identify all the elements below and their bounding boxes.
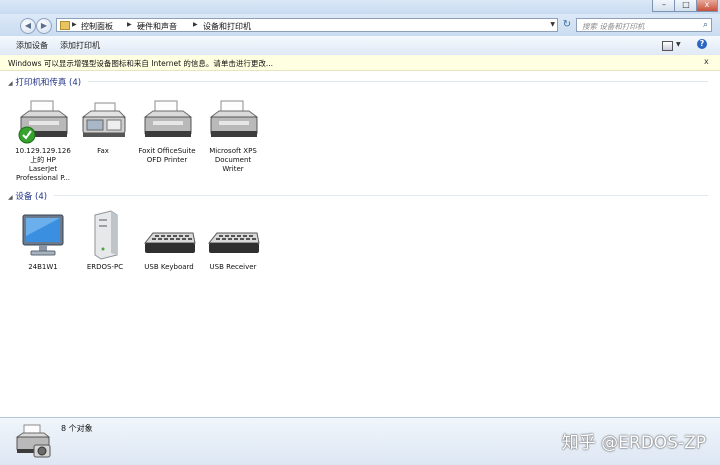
printer-icon bbox=[143, 100, 193, 137]
printer-fax[interactable]: Fax bbox=[70, 97, 136, 156]
group-divider bbox=[54, 195, 708, 196]
printer-camera-icon bbox=[15, 424, 51, 458]
forward-button[interactable]: ▶ bbox=[36, 18, 52, 34]
printer-hp-laserjet[interactable]: 10.129.129.126 上的 HP LaserJet Profession… bbox=[10, 97, 76, 183]
breadcrumb-separator-icon: ▶ bbox=[193, 21, 198, 28]
devices-group-header[interactable]: ◢ 设备 (4) bbox=[8, 190, 47, 202]
breadcrumb-devices-printers[interactable]: 设备和打印机 bbox=[203, 21, 251, 32]
printer-label: Fax bbox=[97, 147, 109, 155]
device-label: USB Keyboard bbox=[144, 263, 194, 271]
keyboard-icon bbox=[143, 232, 196, 253]
printer-icon bbox=[209, 100, 259, 137]
printer-default-icon bbox=[18, 100, 69, 144]
printer-label: Microsoft XPS Document Writer bbox=[209, 147, 257, 173]
view-options-icon[interactable] bbox=[662, 41, 673, 51]
watermark: 知乎 @ERDOS-ZP bbox=[561, 433, 706, 453]
breadcrumb-separator-icon: ▶ bbox=[127, 21, 132, 28]
search-icon[interactable]: ⌕ bbox=[703, 20, 708, 30]
devices-group-title: 设备 (4) bbox=[15, 192, 48, 202]
device-label: ERDOS-PC bbox=[86, 263, 124, 271]
device-label: 24B1W1 bbox=[28, 263, 58, 271]
view-dropdown-icon[interactable]: ▼ bbox=[676, 41, 681, 48]
printer-foxit-ofd[interactable]: Foxit OfficeSuite OFD Printer bbox=[134, 97, 200, 165]
refresh-button[interactable]: ↻ bbox=[561, 18, 573, 32]
folder-icon bbox=[60, 21, 70, 30]
computer-tower-icon bbox=[94, 210, 118, 260]
group-divider bbox=[88, 81, 708, 82]
minimize-button[interactable]: – bbox=[652, 0, 676, 12]
breadcrumb-separator-icon: ▶ bbox=[72, 21, 77, 28]
device-usb-receiver[interactable]: USB Receiver bbox=[200, 221, 266, 272]
address-bar[interactable]: ▶ 控制面板 ▶ 硬件和声音 ▶ 设备和打印机 ▼ bbox=[56, 18, 558, 32]
search-placeholder: 搜索 设备和打印机 bbox=[582, 22, 645, 31]
navigation-bar: ◀ ▶ ▶ 控制面板 ▶ 硬件和声音 ▶ 设备和打印机 ▼ ↻ 搜索 设备和打印… bbox=[0, 14, 720, 36]
collapse-arrow-icon[interactable]: ◢ bbox=[8, 194, 13, 201]
device-usb-keyboard[interactable]: USB Keyboard bbox=[136, 221, 202, 272]
printers-group-header[interactable]: ◢ 打印机和传真 (4) bbox=[8, 76, 81, 88]
back-button[interactable]: ◀ bbox=[20, 18, 36, 34]
info-bar-message[interactable]: Windows 可以显示增强型设备图标和来自 Internet 的信息。请单击进… bbox=[8, 58, 273, 69]
content-area: ◢ 打印机和传真 (4) 10.129.129.126 上的 HP LaserJ… bbox=[0, 71, 720, 417]
info-bar-close-icon[interactable]: x bbox=[704, 57, 709, 66]
collapse-arrow-icon[interactable]: ◢ bbox=[8, 80, 13, 87]
object-count: 8 个对象 bbox=[61, 424, 93, 433]
breadcrumb-control-panel[interactable]: 控制面板 bbox=[81, 21, 113, 32]
monitor-icon bbox=[22, 214, 64, 256]
printer-label: 10.129.129.126 上的 HP LaserJet Profession… bbox=[15, 147, 71, 182]
printer-microsoft-xps[interactable]: Microsoft XPS Document Writer bbox=[200, 97, 266, 174]
device-computer-erdos-pc[interactable]: ERDOS-PC bbox=[72, 209, 138, 272]
close-button[interactable]: x bbox=[696, 0, 718, 12]
info-bar[interactable]: Windows 可以显示增强型设备图标和来自 Internet 的信息。请单击进… bbox=[0, 55, 720, 71]
command-bar: 添加设备 添加打印机 ▼ ? bbox=[0, 36, 720, 56]
help-icon[interactable]: ? bbox=[697, 39, 707, 49]
device-label: USB Receiver bbox=[209, 263, 257, 271]
title-bar: – □ x bbox=[0, 0, 720, 14]
fax-icon bbox=[81, 102, 127, 137]
details-pane: 8 个对象 知乎 @ERDOS-ZP bbox=[0, 417, 720, 465]
add-printer-button[interactable]: 添加打印机 bbox=[60, 40, 100, 51]
maximize-button[interactable]: □ bbox=[674, 0, 698, 12]
search-input[interactable]: 搜索 设备和打印机 ⌕ bbox=[576, 18, 712, 32]
breadcrumb-hardware-sound[interactable]: 硬件和声音 bbox=[137, 21, 177, 32]
printers-group-title: 打印机和传真 (4) bbox=[15, 78, 82, 88]
printer-label: Foxit OfficeSuite OFD Printer bbox=[138, 147, 196, 164]
keyboard-icon bbox=[207, 232, 260, 253]
device-monitor-24b1w1[interactable]: 24B1W1 bbox=[10, 211, 76, 272]
address-dropdown-icon[interactable]: ▼ bbox=[550, 21, 555, 28]
add-device-button[interactable]: 添加设备 bbox=[16, 40, 48, 51]
